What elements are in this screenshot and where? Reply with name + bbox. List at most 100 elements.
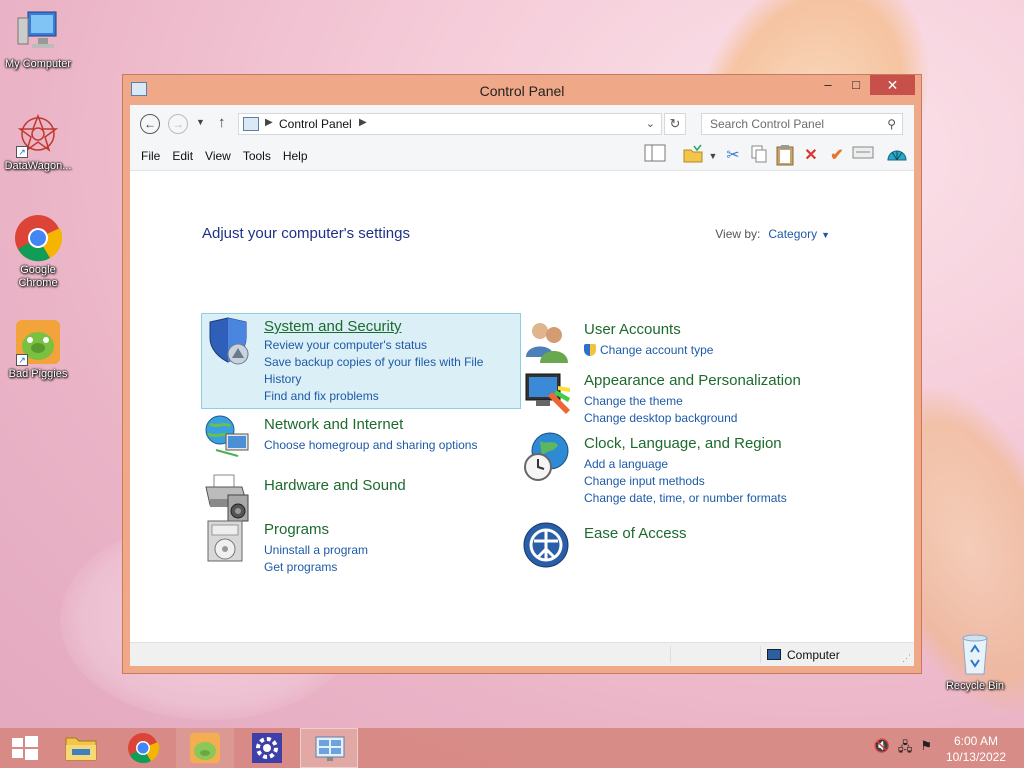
desktop-icon-label: Google Chrome [18,264,58,289]
taskbar-control-panel[interactable] [300,728,358,768]
desktop-icon-label: My Computer [4,58,72,70]
chevron-right-icon[interactable]: ▶ [359,117,367,128]
category-title[interactable]: System and Security [264,318,402,335]
link-save-backup[interactable]: Save backup copies of your files with Fi… [264,354,494,388]
category-user-accounts[interactable]: User Accounts Change account type [522,317,842,367]
link-change-date-time-formats[interactable]: Change date, time, or number formats [584,490,824,507]
search-box[interactable]: ⚲ [701,113,903,135]
category-title[interactable]: Ease of Access [584,525,687,542]
category-links: Change the theme Change desktop backgrou… [584,393,824,427]
resize-grip-icon[interactable]: ⋰ [902,653,911,664]
shell-icon[interactable] [884,144,910,168]
chevron-down-icon[interactable]: ⌄ [646,117,655,130]
bad-piggies-icon [190,733,220,763]
taskbar-file-explorer[interactable] [52,728,110,768]
category-links: Change account type [584,342,824,359]
menu-view[interactable]: View [202,149,240,163]
navigation-bar: ← → ▼ ↑ ▶ Control Panel ▶ ⌄ ↻ ⚲ [130,105,914,141]
menu-bar: File Edit View Tools Help [138,149,317,163]
chevron-down-icon[interactable]: ▼ [821,230,830,240]
bad-piggies-icon: ↗ [14,318,62,366]
category-appearance-and-personalization[interactable]: Appearance and Personalization Change th… [522,368,842,425]
category-title[interactable]: Clock, Language, and Region [584,435,782,452]
category-system-and-security[interactable]: System and Security Review your computer… [201,313,521,409]
link-review-status[interactable]: Review your computer's status [264,337,504,354]
search-input[interactable] [702,114,872,134]
breadcrumb-control-panel[interactable]: Control Panel [279,117,352,131]
status-divider [760,646,761,663]
refresh-button[interactable]: ↻ [664,113,686,135]
category-network-and-internet[interactable]: Network and Internet Choose homegroup an… [202,412,522,462]
category-programs[interactable]: Programs Uninstall a program Get program… [202,517,522,574]
link-get-programs[interactable]: Get programs [264,559,504,576]
link-uninstall-program[interactable]: Uninstall a program [264,542,504,559]
minimize-button[interactable]: – [814,75,842,95]
back-button[interactable]: ← [140,114,160,134]
system-tray: 🔇 🖧 ⚑ [874,738,932,760]
volume-muted-icon[interactable]: 🔇 [874,738,890,760]
link-change-desktop-background[interactable]: Change desktop background [584,410,824,427]
link-change-theme[interactable]: Change the theme [584,393,824,410]
category-clock-language-region[interactable]: Clock, Language, and Region Add a langua… [522,431,842,505]
start-button[interactable] [0,728,58,768]
category-title[interactable]: Programs [264,521,329,538]
desktop-icon-recycle-bin[interactable]: Recycle Bin [937,630,1013,693]
desktop-icon-bad-piggies[interactable]: ↗ Bad Piggies [0,318,76,381]
ease-of-access-icon [522,521,574,573]
paste-icon[interactable] [772,144,798,168]
control-panel-icon [243,117,259,131]
menu-toolbar: File Edit View Tools Help ▼ ✂ ✕ ✔ [130,141,914,171]
copy-icon[interactable] [746,144,772,168]
view-by-dropdown[interactable]: Category [768,227,817,241]
category-links: Review your computer's status Save backu… [264,337,504,405]
menu-tools[interactable]: Tools [240,149,280,163]
window-client-area: ← → ▼ ↑ ▶ Control Panel ▶ ⌄ ↻ ⚲ File Edi… [130,105,914,666]
menu-file[interactable]: File [138,149,169,163]
category-hardware-and-sound[interactable]: Hardware and Sound [202,473,522,523]
folder-options-icon[interactable] [680,144,706,168]
control-panel-icon [315,736,345,761]
address-bar[interactable]: ▶ Control Panel ▶ ⌄ [238,113,662,135]
menu-help[interactable]: Help [280,149,317,163]
page-title: Adjust your computer's settings [202,225,410,242]
folder-icon [65,737,97,761]
category-title[interactable]: Appearance and Personalization [584,372,801,389]
checkmark-icon[interactable]: ✔ [824,144,850,168]
chevron-down-icon[interactable]: ▼ [706,144,720,168]
link-find-fix-problems[interactable]: Find and fix problems [264,388,504,405]
title-bar[interactable]: Control Panel – □ ✕ [123,75,921,105]
chevron-right-icon[interactable]: ▶ [265,117,273,128]
recent-locations-dropdown[interactable]: ▼ [196,117,205,127]
category-title[interactable]: Network and Internet [264,416,403,433]
clock[interactable]: 6:00 AM 10/13/2022 [946,733,1006,765]
link-homegroup-sharing[interactable]: Choose homegroup and sharing options [264,437,504,454]
category-links: Add a language Change input methods Chan… [584,456,824,507]
taskbar-bad-piggies[interactable] [176,728,234,768]
maximize-button[interactable]: □ [842,75,870,95]
desktop-icon-datawagon[interactable]: ↗ DataWagon... [0,110,76,173]
taskbar-chrome[interactable] [114,728,172,768]
desktop-icon-my-computer[interactable]: My Computer [0,8,76,71]
properties-icon[interactable] [850,144,876,168]
search-icon[interactable]: ⚲ [887,117,896,131]
window-controls: – □ ✕ [814,75,915,95]
cut-icon[interactable]: ✂ [720,144,746,168]
users-icon [522,317,574,369]
menu-edit[interactable]: Edit [169,149,202,163]
close-button[interactable]: ✕ [870,75,915,95]
taskbar-settings[interactable] [238,728,296,768]
up-button[interactable]: ↑ [218,114,226,131]
category-title[interactable]: User Accounts [584,321,681,338]
category-title[interactable]: Hardware and Sound [264,477,406,494]
action-center-icon[interactable]: ⚑ [920,738,932,760]
link-change-account-type[interactable]: Change account type [584,342,824,359]
forward-button[interactable]: → [168,114,188,134]
category-ease-of-access[interactable]: Ease of Access [522,521,842,571]
link-add-language[interactable]: Add a language [584,456,824,473]
delete-icon[interactable]: ✕ [798,144,824,168]
shortcut-arrow-icon: ↗ [16,354,28,366]
layout-pane-icon[interactable] [642,144,668,168]
desktop-icon-google-chrome[interactable]: Google Chrome [0,214,76,290]
network-status-icon[interactable]: 🖧 [898,738,913,760]
link-change-input-methods[interactable]: Change input methods [584,473,824,490]
